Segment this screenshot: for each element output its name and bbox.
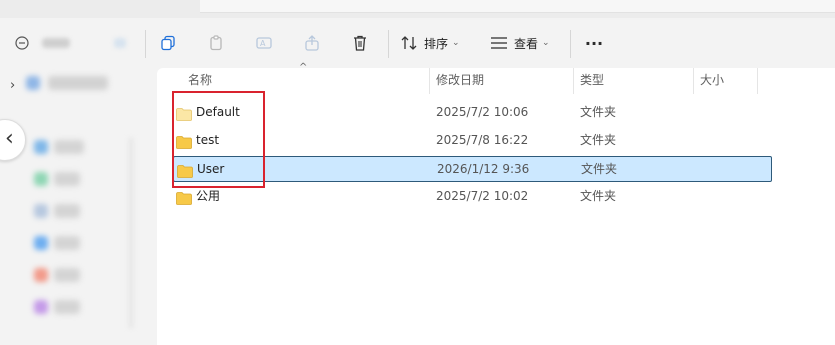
nav-scrollbar[interactable]	[128, 138, 134, 328]
nav-item-blurred[interactable]	[54, 268, 80, 282]
rename-icon[interactable]: A	[253, 28, 275, 58]
sort-button[interactable]: 排序 ⌄	[400, 28, 470, 58]
chevron-left-icon: ‹	[5, 126, 14, 151]
nav-item-blurred[interactable]	[54, 172, 80, 186]
file-type: 文件夹	[580, 133, 617, 147]
paste-icon[interactable]	[205, 28, 227, 58]
navigation-pane: › ‹	[0, 68, 150, 345]
column-divider[interactable]	[573, 68, 574, 94]
address-bar[interactable]	[200, 0, 835, 13]
nav-item-blurred[interactable]	[54, 236, 80, 250]
title-strip	[0, 0, 835, 18]
file-modified: 2025/7/2 10:06	[436, 105, 529, 119]
sort-icon	[400, 35, 418, 51]
chevron-down-icon[interactable]	[110, 28, 130, 58]
toolbar-divider	[570, 30, 571, 58]
toolbar: A 排序 ⌄ 查看 ⌄ ···	[0, 18, 835, 68]
view-list-icon	[490, 36, 508, 50]
chevron-down-icon: ⌄	[452, 38, 460, 48]
copy-icon[interactable]	[157, 28, 179, 58]
view-label: 查看	[514, 36, 539, 51]
column-header-type[interactable]: 类型	[580, 68, 604, 92]
new-button-blurred[interactable]	[36, 28, 76, 58]
nav-item-blurred[interactable]	[48, 76, 108, 90]
nav-item-blurred[interactable]	[34, 236, 48, 250]
nav-item-blurred[interactable]	[54, 140, 84, 154]
back-button[interactable]: ‹	[0, 119, 26, 161]
folder-icon	[176, 189, 192, 213]
column-header-name[interactable]: 名称	[188, 68, 212, 92]
new-icon[interactable]	[12, 28, 32, 58]
view-button[interactable]: 查看 ⌄	[490, 28, 560, 58]
file-type: 文件夹	[580, 105, 617, 119]
file-type: 文件夹	[581, 162, 618, 176]
sort-label: 排序	[424, 36, 449, 51]
toolbar-divider	[145, 30, 146, 58]
nav-item-blurred[interactable]	[34, 140, 48, 154]
nav-item-blurred[interactable]	[34, 172, 48, 186]
chevron-down-icon: ⌄	[542, 38, 550, 48]
column-header-modified[interactable]: 修改日期	[436, 68, 484, 92]
nav-item-blurred[interactable]	[34, 300, 48, 314]
column-divider[interactable]	[693, 68, 694, 94]
sort-ascending-icon: ^	[299, 62, 308, 73]
nav-item-blurred[interactable]	[34, 204, 48, 218]
column-divider[interactable]	[429, 68, 430, 94]
highlight-annotation-box	[172, 91, 265, 188]
nav-item-blurred[interactable]	[54, 204, 80, 218]
share-icon[interactable]	[301, 28, 323, 58]
column-divider[interactable]	[757, 68, 758, 94]
more-options-button[interactable]: ···	[582, 28, 606, 58]
file-type: 文件夹	[580, 189, 617, 203]
nav-item-blurred[interactable]	[54, 300, 80, 314]
file-modified: 2025/7/2 10:02	[436, 189, 529, 203]
file-modified: 2026/1/12 9:36	[437, 162, 530, 176]
column-header-size[interactable]: 大小	[700, 68, 724, 92]
delete-icon[interactable]	[349, 28, 371, 58]
nav-item-blurred[interactable]	[26, 76, 40, 90]
toolbar-divider	[388, 30, 389, 58]
chevron-right-icon[interactable]: ›	[10, 78, 15, 93]
nav-item-blurred[interactable]	[34, 268, 48, 282]
svg-text:A: A	[260, 39, 266, 48]
file-modified: 2025/7/8 16:22	[436, 133, 529, 147]
